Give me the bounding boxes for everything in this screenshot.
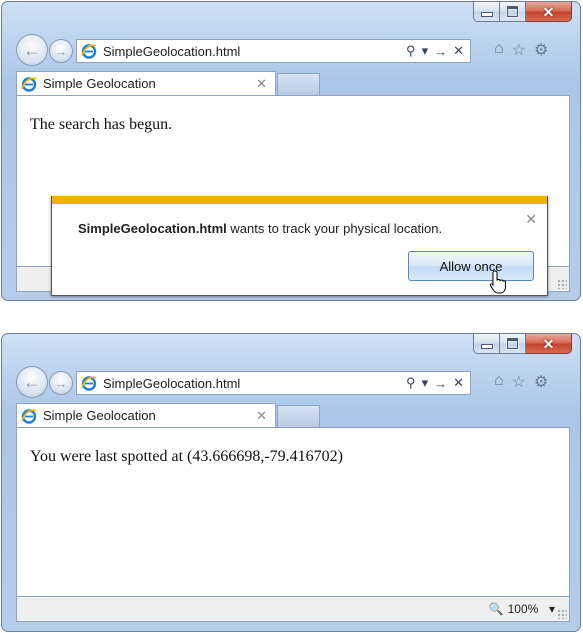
address-text: SimpleGeolocation.html [103, 43, 241, 59]
caption-buttons: ✕ [473, 2, 572, 22]
zoom-level: 100% [507, 602, 539, 616]
dropdown-icon[interactable]: ▾ [422, 375, 429, 391]
minimize-button[interactable] [473, 2, 500, 22]
home-icon[interactable]: ⌂ [494, 372, 504, 392]
gear-icon[interactable]: ⚙ [534, 372, 548, 392]
address-bar[interactable]: SimpleGeolocation.html ⚲ ▾ → ✕ [76, 39, 471, 63]
back-button[interactable]: ← [16, 34, 48, 66]
browser-window-2: ✕ ← → SimpleGeolocation.html ⚲ ▾ → ✕ ⌂ ☆… [1, 333, 581, 632]
allow-once-button[interactable]: Allow once [408, 251, 534, 281]
hand-cursor-icon [489, 270, 506, 294]
star-icon[interactable]: ☆ [512, 40, 526, 60]
navigation-bar: ← → SimpleGeolocation.html ⚲ ▾ → ✕ ⌂ ☆ ⚙ [16, 366, 572, 398]
close-button[interactable]: ✕ [526, 334, 572, 354]
maximize-button[interactable] [500, 334, 526, 354]
tab-label: Simple Geolocation [43, 76, 156, 91]
minimize-icon [480, 12, 493, 17]
ie-icon [81, 376, 97, 391]
home-icon[interactable]: ⌂ [494, 40, 504, 60]
close-icon: ✕ [542, 335, 555, 352]
chevron-down-icon[interactable]: ▾ [542, 602, 555, 616]
back-arrow-icon: ← [23, 39, 41, 60]
go-icon[interactable]: → [434, 44, 447, 59]
notification-site: SimpleGeolocation.html [78, 221, 227, 236]
forward-button[interactable]: → [49, 39, 73, 63]
maximize-icon [507, 338, 518, 349]
forward-button[interactable]: → [49, 371, 73, 395]
minimize-button[interactable] [473, 334, 500, 354]
ie-icon [21, 76, 37, 92]
tab-close-icon[interactable]: ✕ [256, 408, 267, 424]
minimize-icon [480, 344, 493, 349]
dropdown-icon[interactable]: ▾ [422, 43, 429, 59]
notification-close-icon[interactable]: ✕ [525, 211, 537, 228]
resize-grip[interactable] [557, 609, 567, 619]
tab-simple-geolocation[interactable]: Simple Geolocation ✕ [16, 403, 276, 427]
browser-window-1: ✕ ← → SimpleGeolocation.html ⚲ ▾ → ✕ ⌂ ☆… [1, 1, 581, 301]
notification-accent-bar [52, 196, 547, 204]
resize-grip[interactable] [557, 279, 567, 289]
maximize-icon [507, 6, 518, 17]
navigation-bar: ← → SimpleGeolocation.html ⚲ ▾ → ✕ ⌂ ☆ ⚙ [16, 34, 572, 66]
close-icon: ✕ [542, 3, 555, 20]
stop-icon[interactable]: ✕ [453, 375, 464, 391]
tab-strip: Simple Geolocation ✕ [2, 403, 580, 427]
star-icon[interactable]: ☆ [512, 372, 526, 392]
forward-arrow-icon: → [54, 43, 68, 59]
geolocation-notification: SimpleGeolocation.html wants to track yo… [51, 196, 548, 296]
ie-icon [21, 408, 37, 424]
notification-message: SimpleGeolocation.html wants to track yo… [78, 221, 442, 236]
tab-strip: Simple Geolocation ✕ [2, 71, 580, 95]
tab-close-icon[interactable]: ✕ [256, 76, 267, 92]
search-icon[interactable]: ⚲ [406, 375, 416, 391]
zoom-control[interactable]: 🔍 100% ▾ [489, 602, 555, 616]
stop-icon[interactable]: ✕ [453, 43, 464, 59]
forward-arrow-icon: → [54, 375, 68, 391]
tab-simple-geolocation[interactable]: Simple Geolocation ✕ [16, 71, 276, 95]
status-bar: 🔍 100% ▾ [16, 596, 570, 622]
ie-icon [81, 44, 97, 59]
back-button[interactable]: ← [16, 366, 48, 398]
tab-label: Simple Geolocation [43, 408, 156, 423]
address-text: SimpleGeolocation.html [103, 375, 241, 391]
notification-text: wants to track your physical location. [226, 221, 443, 236]
go-icon[interactable]: → [434, 376, 447, 391]
close-button[interactable]: ✕ [526, 2, 572, 22]
page-content: You were last spotted at (43.666698,-79.… [16, 427, 570, 597]
search-icon[interactable]: ⚲ [406, 43, 416, 59]
maximize-button[interactable] [500, 2, 526, 22]
caption-buttons: ✕ [473, 334, 572, 354]
page-text: The search has begun. [30, 116, 173, 133]
address-bar[interactable]: SimpleGeolocation.html ⚲ ▾ → ✕ [76, 371, 471, 395]
new-tab-button[interactable] [277, 73, 320, 95]
page-text: You were last spotted at (43.666698,-79.… [30, 448, 344, 465]
back-arrow-icon: ← [23, 371, 41, 392]
zoom-icon: 🔍 [488, 602, 504, 616]
new-tab-button[interactable] [277, 405, 320, 427]
gear-icon[interactable]: ⚙ [534, 40, 548, 60]
